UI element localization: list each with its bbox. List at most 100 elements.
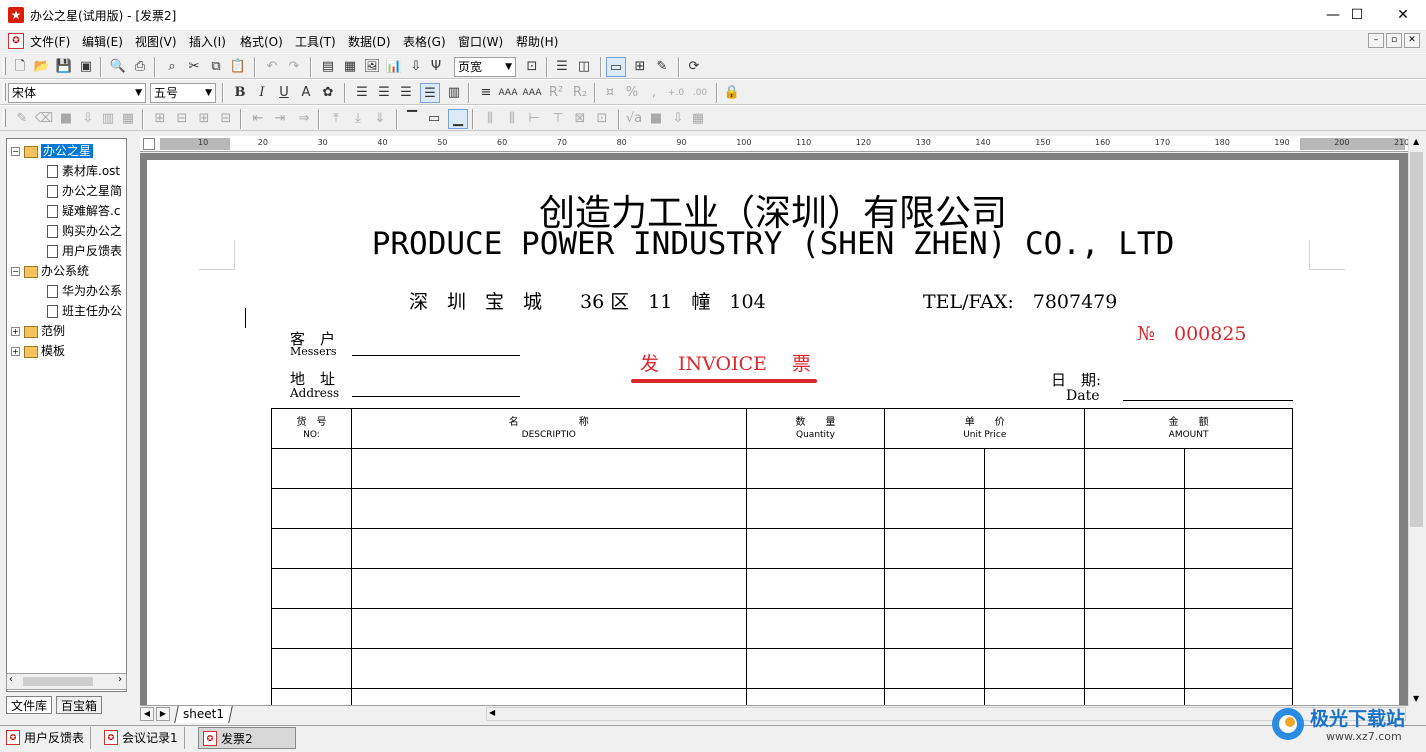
- increase-decimal-icon[interactable]: +.0: [666, 83, 686, 103]
- paste-icon[interactable]: 📋: [228, 57, 248, 77]
- table-cell[interactable]: [984, 488, 1086, 529]
- table-cell[interactable]: [350, 568, 747, 609]
- highlight-icon[interactable]: ✎: [652, 57, 672, 77]
- table-cell[interactable]: [984, 568, 1086, 609]
- font-size-select[interactable]: 五号 ▼: [150, 83, 216, 103]
- table-cell[interactable]: [1184, 608, 1293, 649]
- insert-down-icon[interactable]: ⇩: [406, 57, 426, 77]
- scroll-right-icon[interactable]: ›: [118, 674, 122, 685]
- split-cells-icon[interactable]: ⊟: [172, 109, 192, 129]
- cut-icon[interactable]: ✂: [184, 57, 204, 77]
- menu-file[interactable]: 文件(F): [30, 33, 70, 50]
- shading-icon[interactable]: ■: [646, 109, 666, 129]
- insert-row-above-icon[interactable]: ⤒: [326, 109, 346, 129]
- table-cell[interactable]: [884, 488, 986, 529]
- print-preview-icon[interactable]: 🔍: [108, 57, 128, 77]
- table-cell[interactable]: [884, 568, 986, 609]
- tree-node-purchase[interactable]: 购买办公之: [47, 222, 122, 241]
- eraser-icon[interactable]: ⌫: [34, 109, 54, 129]
- tree-node-examples[interactable]: + 范例: [11, 322, 65, 341]
- table-cell[interactable]: [271, 648, 352, 689]
- mdi-close-button[interactable]: ✕: [1404, 33, 1420, 48]
- fill-color-icon[interactable]: ■: [56, 109, 76, 129]
- maximize-button[interactable]: ☐: [1334, 0, 1380, 30]
- column-header-amount[interactable]: 金 额 AMOUNT: [1084, 408, 1293, 449]
- menu-edit[interactable]: 编辑(E): [82, 33, 123, 50]
- undo-icon[interactable]: ↶: [262, 57, 282, 77]
- currency-icon[interactable]: ¤: [600, 83, 620, 103]
- table-cell[interactable]: [271, 608, 352, 649]
- insert-row-below-icon[interactable]: ⤓: [348, 109, 368, 129]
- sheet-tab[interactable]: sheet1: [174, 706, 233, 723]
- fill-down-icon[interactable]: ⇩: [78, 109, 98, 129]
- table-cell[interactable]: [271, 488, 352, 529]
- save-icon[interactable]: 💾: [54, 57, 74, 77]
- italic-icon[interactable]: I: [252, 83, 272, 103]
- table-cell[interactable]: [1084, 568, 1186, 609]
- table-cell[interactable]: [884, 528, 986, 569]
- table-cell[interactable]: [884, 448, 986, 489]
- insert-chart-icon[interactable]: 📊: [384, 57, 404, 77]
- table-cell[interactable]: [745, 688, 886, 705]
- column-header-unit-price[interactable]: 单 价 Unit Price: [884, 408, 1086, 449]
- tree-node-templates[interactable]: + 模板: [11, 342, 65, 361]
- menu-view[interactable]: 视图(V): [135, 33, 177, 50]
- menu-table[interactable]: 表格(G): [403, 33, 446, 50]
- formula-icon[interactable]: √a: [624, 109, 644, 129]
- table-cell[interactable]: [884, 608, 986, 649]
- menu-window[interactable]: 窗口(W): [458, 33, 503, 50]
- table-cell[interactable]: [350, 448, 747, 489]
- menu-format[interactable]: 格式(O): [240, 33, 283, 50]
- menu-data[interactable]: 数据(D): [348, 33, 391, 50]
- pencil-icon[interactable]: ✎: [12, 109, 32, 129]
- table-cell[interactable]: [745, 648, 886, 689]
- table-cell[interactable]: [884, 648, 986, 689]
- document-workspace[interactable]: 创造力工业（深圳）有限公司 PRODUCE POWER INDUSTRY (SH…: [140, 153, 1408, 705]
- percent-icon[interactable]: %: [622, 83, 642, 103]
- valign-middle-icon[interactable]: ▭: [424, 109, 444, 129]
- merge-cells-icon[interactable]: ⊞: [150, 109, 170, 129]
- fill-down-2-icon[interactable]: ⇩: [668, 109, 688, 129]
- column-header-description[interactable]: 名 称 DESCRIPTIO: [350, 408, 747, 449]
- table-cell[interactable]: [884, 688, 986, 705]
- move-col-icon[interactable]: ⇒: [294, 109, 314, 129]
- lock-icon[interactable]: 🔒: [722, 83, 742, 103]
- distribute-rows-icon[interactable]: ⫼: [502, 109, 522, 129]
- border-all-icon[interactable]: ▦: [118, 109, 138, 129]
- collapse-icon[interactable]: −: [11, 267, 20, 276]
- table-cell[interactable]: [350, 648, 747, 689]
- mdi-minimize-button[interactable]: –: [1368, 33, 1384, 48]
- table-cell[interactable]: [984, 688, 1086, 705]
- table-cell[interactable]: [271, 688, 352, 705]
- tree-node-materials[interactable]: 素材库.ost: [47, 162, 120, 181]
- align-right-icon[interactable]: ☰: [396, 83, 416, 103]
- insert-table-icon[interactable]: ▦: [340, 57, 360, 77]
- table-cell[interactable]: [271, 568, 352, 609]
- table-cell[interactable]: [350, 608, 747, 649]
- scroll-left-icon[interactable]: ‹: [9, 674, 13, 685]
- align-center-icon[interactable]: ☰: [374, 83, 394, 103]
- table-props-icon[interactable]: ⊡: [592, 109, 612, 129]
- table-cell[interactable]: [271, 448, 352, 489]
- address-field-line[interactable]: [352, 396, 520, 397]
- expand-icon[interactable]: +: [11, 327, 20, 336]
- open-folder-icon[interactable]: 📂: [32, 57, 52, 77]
- invoice-items-table[interactable]: 货 号 NO: 名 称 DESCRIPTIO 数 量 Quantity 单 价 Unit…: [271, 408, 1293, 705]
- expand-icon[interactable]: +: [11, 347, 20, 356]
- align-justify-icon[interactable]: ☰: [420, 83, 440, 103]
- column-header-quantity[interactable]: 数 量 Quantity: [745, 408, 886, 449]
- menu-tools[interactable]: 工具(T): [295, 33, 336, 50]
- view-mode-select[interactable]: 页宽 ▼: [454, 57, 516, 77]
- menu-help[interactable]: 帮助(H): [516, 33, 558, 50]
- table-cell[interactable]: [1184, 448, 1293, 489]
- toolbar-grip[interactable]: [3, 57, 6, 75]
- print-icon[interactable]: ⎙: [130, 57, 150, 77]
- copy-icon[interactable]: ⧉: [206, 57, 226, 77]
- column-header-no[interactable]: 货 号 NO:: [271, 408, 352, 449]
- toolbar-grip[interactable]: [3, 109, 6, 127]
- tree-node-faq[interactable]: 疑难解答.c: [47, 202, 120, 221]
- customer-field-line[interactable]: [352, 355, 520, 356]
- task-item-feedback[interactable]: ✪ 用户反馈表: [2, 727, 92, 749]
- table-cell[interactable]: [1184, 528, 1293, 569]
- scroll-left-icon[interactable]: ◀: [489, 708, 495, 717]
